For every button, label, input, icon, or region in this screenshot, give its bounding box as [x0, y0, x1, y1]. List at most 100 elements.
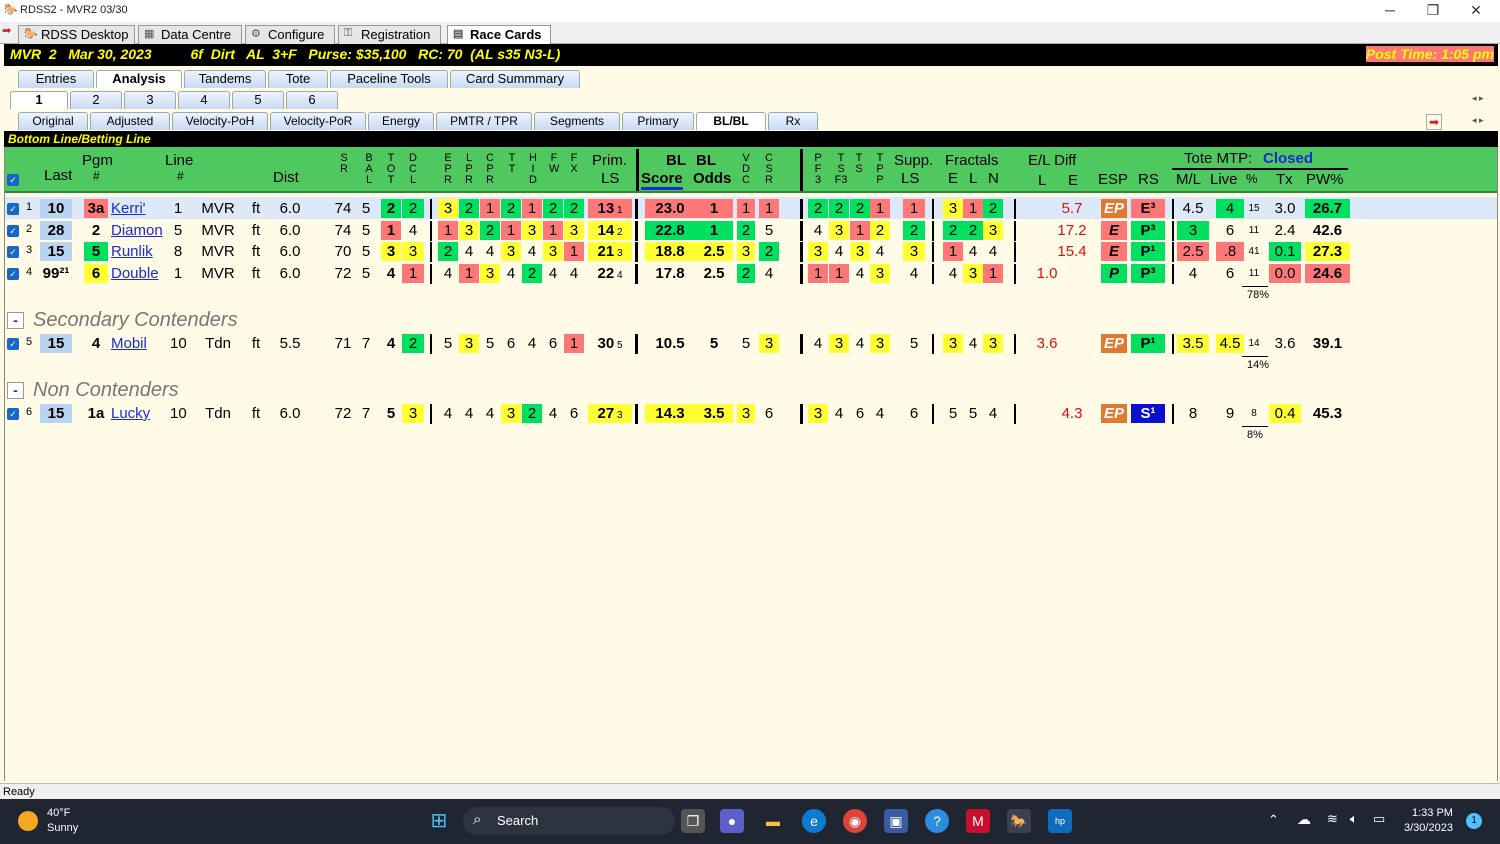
minimize-button[interactable]: ─ — [1370, 0, 1410, 20]
col-dcl: D C L — [409, 152, 417, 186]
col-fw: F W — [549, 152, 560, 175]
tab-velocity-por[interactable]: Velocity-PoR — [270, 112, 366, 130]
tab-race-5[interactable]: 5 — [232, 91, 284, 109]
cell-live: 6 — [1225, 265, 1235, 282]
tote-underline — [1172, 168, 1348, 170]
tab-bl-bl[interactable]: BL/BL — [696, 112, 766, 130]
tab-tote[interactable]: Tote — [268, 70, 328, 88]
clock-time[interactable]: 1:33 PM — [1412, 807, 1453, 819]
tab-race-4[interactable]: 4 — [178, 91, 230, 109]
arrow-icon: ➡ — [2, 25, 12, 37]
pct-sum: 8% — [1247, 429, 1263, 441]
weather-temp: 40°F — [47, 807, 71, 819]
tab-rdss-desktop[interactable]: 🐎 RDSS Desktop — [18, 25, 135, 44]
collapse-non-button[interactable]: - — [7, 382, 24, 399]
notification-badge[interactable]: 1 — [1466, 813, 1482, 829]
tab-data-centre[interactable]: ▦ Data Centre — [138, 25, 242, 44]
chat-icon[interactable]: ● — [720, 809, 744, 833]
scroll-arrows-icon[interactable]: ◂ ▸ — [1472, 93, 1484, 104]
tab-segments[interactable]: Segments — [534, 112, 620, 130]
cell-odds: 1 — [695, 221, 733, 240]
cell-tx: 3.0 — [1274, 200, 1296, 217]
tab-tandems[interactable]: Tandems — [184, 70, 266, 88]
cell-tsf3: 3 — [829, 221, 849, 240]
card-icon: ▤ — [453, 28, 464, 40]
cell-tt: 1 — [501, 221, 521, 240]
tab-race-6[interactable]: 6 — [286, 91, 338, 109]
tab-card-summary[interactable]: Card Summmary — [450, 70, 580, 88]
tab-pmtr-tpr[interactable]: PMTR / TPR — [436, 112, 532, 130]
tab-race-3[interactable]: 3 — [124, 91, 176, 109]
help-icon[interactable]: ? — [925, 809, 949, 833]
tab-race-1[interactable]: 1 — [10, 91, 68, 109]
col-pgm-hash: # — [93, 169, 100, 183]
edge-icon[interactable]: e — [802, 809, 826, 833]
cell-prim: 21 3 — [588, 242, 632, 261]
horse-name-link[interactable]: Kerri' — [111, 199, 146, 218]
cell-pf3: 1 — [808, 264, 828, 283]
close-button[interactable]: ✕ — [1456, 0, 1496, 20]
tab-primary[interactable]: Primary — [622, 112, 694, 130]
col-tpp: T P P — [876, 152, 884, 186]
row-number: 4 — [26, 266, 33, 278]
tab-race-2[interactable]: 2 — [70, 91, 122, 109]
mcafee-icon[interactable]: M — [966, 809, 990, 833]
row-checkbox[interactable]: ✓ — [7, 408, 19, 420]
horse-name-link[interactable]: Mobil — [111, 334, 147, 353]
cell-trk: MVR — [201, 243, 235, 260]
tab-entries[interactable]: Entries — [18, 70, 94, 88]
collapse-secondary-button[interactable]: - — [7, 312, 24, 329]
horse-name-link[interactable]: Runlik — [111, 242, 153, 261]
cell-pgm: 1a — [87, 405, 105, 422]
row-checkbox[interactable]: ✓ — [7, 268, 19, 280]
task-view-icon[interactable]: ❐ — [681, 809, 705, 833]
col-pct: % — [1246, 171, 1258, 186]
windows-start-icon[interactable]: ⊞ — [427, 809, 451, 833]
col-odds[interactable]: Odds — [693, 170, 731, 187]
horse-name-link[interactable]: Lucky — [111, 404, 150, 423]
rdss-app-icon[interactable]: 🐎 — [1007, 809, 1031, 833]
maximize-button[interactable]: ❐ — [1413, 0, 1453, 20]
cell-rs: P¹ — [1131, 334, 1165, 353]
tab-analysis[interactable]: Analysis — [96, 70, 182, 88]
horse-name-link[interactable]: Diamon — [111, 221, 163, 240]
search-box[interactable]: ⌕ Search — [463, 807, 675, 835]
hp-icon[interactable]: hp — [1048, 809, 1072, 833]
col-score[interactable]: Score — [641, 170, 683, 190]
cell-epr: 3 — [438, 199, 458, 218]
tab-configure[interactable]: ⚙ Configure — [245, 25, 335, 44]
tab-velocity-poh[interactable]: Velocity-PoH — [172, 112, 268, 130]
select-all-checkbox[interactable]: ✓ — [7, 174, 19, 186]
chevron-up-icon[interactable]: ⌃ — [1268, 812, 1279, 828]
volume-icon[interactable]: 🔈︎ — [1350, 811, 1358, 827]
tab-paceline-tools[interactable]: Paceline Tools — [330, 70, 448, 88]
chrome-icon[interactable]: ◉ — [843, 809, 867, 833]
export-icon[interactable]: ➡ — [1426, 114, 1443, 130]
file-explorer-icon[interactable]: ▬ — [761, 809, 785, 833]
cell-dcl: 3 — [402, 404, 424, 423]
scroll-arrows-icon-2[interactable]: ◂ ▸ — [1472, 115, 1484, 126]
row-checkbox[interactable]: ✓ — [7, 203, 19, 215]
row-checkbox[interactable]: ✓ — [7, 338, 19, 350]
tab-original[interactable]: Original — [18, 112, 88, 130]
battery-icon[interactable]: ▭ — [1373, 811, 1385, 827]
row-checkbox[interactable]: ✓ — [7, 246, 19, 258]
cell-hid: 3 — [522, 221, 542, 240]
separator — [1172, 242, 1174, 262]
tab-registration[interactable]: ⚿ Registration — [338, 25, 441, 44]
cell-ts: 3 — [850, 242, 870, 261]
cell-fe: 4 — [948, 265, 958, 282]
cell-odds: 5 — [709, 335, 719, 352]
horse-name-link[interactable]: Double — [111, 264, 159, 283]
tab-adjusted[interactable]: Adjusted — [90, 112, 170, 130]
tab-rx[interactable]: Rx — [768, 112, 818, 130]
tab-energy[interactable]: Energy — [368, 112, 434, 130]
row-checkbox[interactable]: ✓ — [7, 225, 19, 237]
cell-lpr: 4 — [464, 405, 474, 422]
clock-date[interactable]: 3/30/2023 — [1404, 822, 1453, 834]
store-icon[interactable]: ▣ — [884, 809, 908, 833]
cloud-icon[interactable]: ☁ — [1297, 811, 1311, 828]
tab-race-cards[interactable]: ▤ Race Cards — [447, 25, 551, 44]
wifi-icon[interactable]: ≋ — [1327, 811, 1338, 827]
cell-lpr: 3 — [459, 221, 479, 240]
